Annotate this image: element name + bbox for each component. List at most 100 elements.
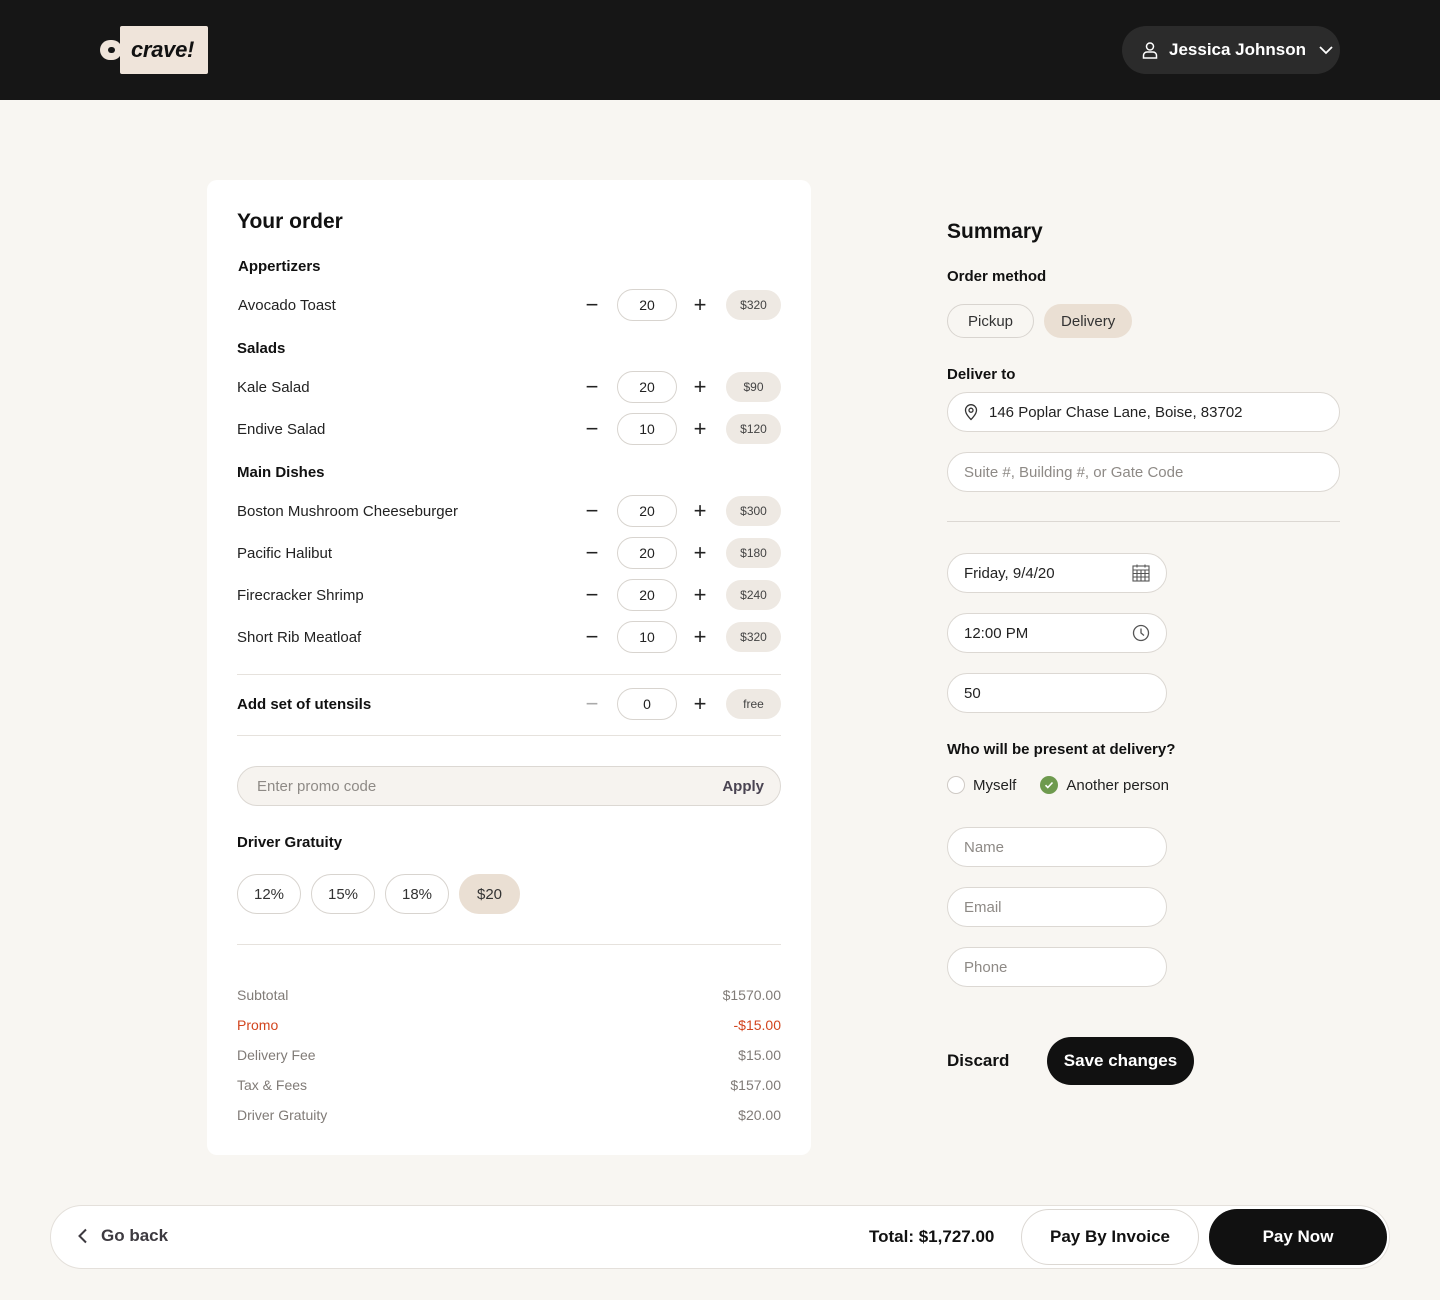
apply-promo-button[interactable]: Apply	[722, 778, 764, 795]
decrease-utensils-button[interactable]: −	[581, 691, 603, 716]
order-method-options: Pickup Delivery	[947, 304, 1133, 338]
utensils-label: Add set of utensils	[237, 695, 372, 713]
pay-now-button[interactable]: Pay Now	[1209, 1209, 1387, 1265]
total-label: Tax & Fees	[237, 1077, 308, 1093]
gratuity-title: Driver Gratuity	[237, 834, 343, 851]
present-options: Myself Another person	[947, 776, 1169, 794]
summary-title: Summary	[947, 220, 1043, 243]
address-field[interactable]: 146 Poplar Chase Lane, Boise, 83702	[947, 392, 1340, 432]
order-method-label: Order method	[947, 268, 1047, 285]
order-card: Your order Appertizers Avocado Toast − 2…	[207, 180, 811, 1155]
name-input[interactable]	[964, 838, 1150, 856]
crave-logo[interactable]: crave!	[100, 26, 208, 74]
time-value: 12:00 PM	[964, 624, 1029, 642]
item-price-badge: $90	[726, 372, 781, 402]
decrease-quantity-button[interactable]: −	[581, 374, 603, 399]
radio-another-person[interactable]	[1040, 776, 1059, 794]
quantity-input[interactable]: 10	[617, 621, 677, 653]
chevron-left-icon	[78, 1228, 87, 1244]
order-total: Total: $1,727.00	[869, 1227, 995, 1246]
decrease-quantity-button[interactable]: −	[581, 624, 603, 649]
item-name: Endive Salad	[237, 420, 326, 438]
radio-myself[interactable]	[947, 776, 965, 794]
item-price-badge: $320	[726, 290, 781, 320]
promo-code-input[interactable]	[257, 777, 723, 795]
total-row-promo: Promo -$15.00	[237, 1010, 781, 1040]
item-name: Kale Salad	[237, 378, 310, 396]
item-price-badge: $120	[726, 414, 781, 444]
email-input[interactable]	[964, 898, 1150, 916]
utensils-row: Add set of utensils − 0 + free	[237, 688, 781, 720]
total-value: $1570.00	[722, 987, 781, 1003]
item-name: Boston Mushroom Cheeseburger	[237, 502, 458, 520]
deliver-to-label: Deliver to	[947, 366, 1016, 383]
radio-myself-label[interactable]: Myself	[973, 777, 1016, 794]
delivery-option[interactable]: Delivery	[1044, 304, 1133, 338]
gratuity-option-12[interactable]: 12%	[237, 874, 301, 914]
total-label: Delivery Fee	[237, 1047, 316, 1063]
gratuity-option-20[interactable]: $20	[459, 874, 520, 914]
increase-quantity-button[interactable]: +	[689, 624, 711, 649]
total-row-subtotal: Subtotal $1570.00	[237, 980, 781, 1010]
gratuity-option-18[interactable]: 18%	[385, 874, 449, 914]
check-icon	[1045, 781, 1054, 789]
total-row-gratuity: Driver Gratuity $20.00	[237, 1100, 781, 1130]
logo-mark	[100, 40, 122, 60]
totals-list: Subtotal $1570.00 Promo -$15.00 Delivery…	[237, 980, 781, 1130]
date-field[interactable]: Friday, 9/4/20	[947, 553, 1167, 593]
pickup-option[interactable]: Pickup	[947, 304, 1035, 338]
divider	[237, 944, 781, 945]
promo-code-field: Apply	[237, 766, 781, 806]
divider	[237, 674, 781, 675]
order-item: Pacific Halibut − 20 + $180	[237, 537, 781, 569]
radio-another-person-label[interactable]: Another person	[1066, 777, 1169, 794]
headcount-field[interactable]: 50	[947, 673, 1167, 713]
increase-quantity-button[interactable]: +	[689, 416, 711, 441]
total-label: Promo	[237, 1017, 279, 1033]
decrease-quantity-button[interactable]: −	[581, 582, 603, 607]
increase-quantity-button[interactable]: +	[689, 540, 711, 565]
increase-quantity-button[interactable]: +	[689, 582, 711, 607]
go-back-button[interactable]: Go back	[77, 1226, 168, 1246]
increase-utensils-button[interactable]: +	[689, 691, 711, 716]
suite-input[interactable]	[964, 463, 1323, 481]
chevron-down-icon	[1319, 46, 1333, 55]
order-item: Kale Salad − 20 + $90	[237, 371, 781, 403]
save-changes-button[interactable]: Save changes	[1047, 1037, 1194, 1085]
phone-input[interactable]	[964, 958, 1150, 976]
increase-quantity-button[interactable]: +	[689, 498, 711, 523]
clock-icon	[1132, 624, 1150, 642]
user-menu-button[interactable]: Jessica Johnson	[1122, 26, 1340, 74]
quantity-input[interactable]: 20	[617, 289, 677, 321]
quantity-input[interactable]: 20	[617, 537, 677, 569]
name-field	[947, 827, 1167, 867]
increase-quantity-button[interactable]: +	[689, 292, 711, 317]
top-bar: crave! Jessica Johnson	[0, 0, 1440, 100]
increase-quantity-button[interactable]: +	[689, 374, 711, 399]
order-item: Avocado Toast − 20 + $320	[238, 289, 781, 321]
decrease-quantity-button[interactable]: −	[581, 416, 603, 441]
item-name: Pacific Halibut	[237, 544, 333, 562]
quantity-input[interactable]: 10	[617, 413, 677, 445]
total-row-delivery-fee: Delivery Fee $15.00	[237, 1040, 781, 1070]
total-row-tax: Tax & Fees $157.00	[237, 1070, 781, 1100]
gratuity-option-15[interactable]: 15%	[311, 874, 375, 914]
time-field[interactable]: 12:00 PM	[947, 613, 1167, 653]
total-value: -$15.00	[733, 1017, 781, 1033]
utensils-quantity-input[interactable]: 0	[617, 688, 677, 720]
decrease-quantity-button[interactable]: −	[581, 540, 603, 565]
order-item: Firecracker Shrimp − 20 + $240	[237, 579, 781, 611]
decrease-quantity-button[interactable]: −	[581, 498, 603, 523]
quantity-input[interactable]: 20	[617, 495, 677, 527]
decrease-quantity-button[interactable]: −	[581, 292, 603, 317]
quantity-input[interactable]: 20	[617, 371, 677, 403]
order-item: Short Rib Meatloaf − 10 + $320	[237, 621, 781, 653]
quantity-input[interactable]: 20	[617, 579, 677, 611]
user-icon	[1142, 42, 1158, 59]
gratuity-options: 12% 15% 18% $20	[237, 874, 520, 914]
pay-by-invoice-button[interactable]: Pay By Invoice	[1021, 1209, 1199, 1265]
logo-text: crave!	[131, 37, 195, 62]
discard-button[interactable]: Discard	[947, 1051, 1009, 1071]
category-heading: Main Dishes	[237, 464, 325, 481]
divider	[947, 521, 1340, 522]
